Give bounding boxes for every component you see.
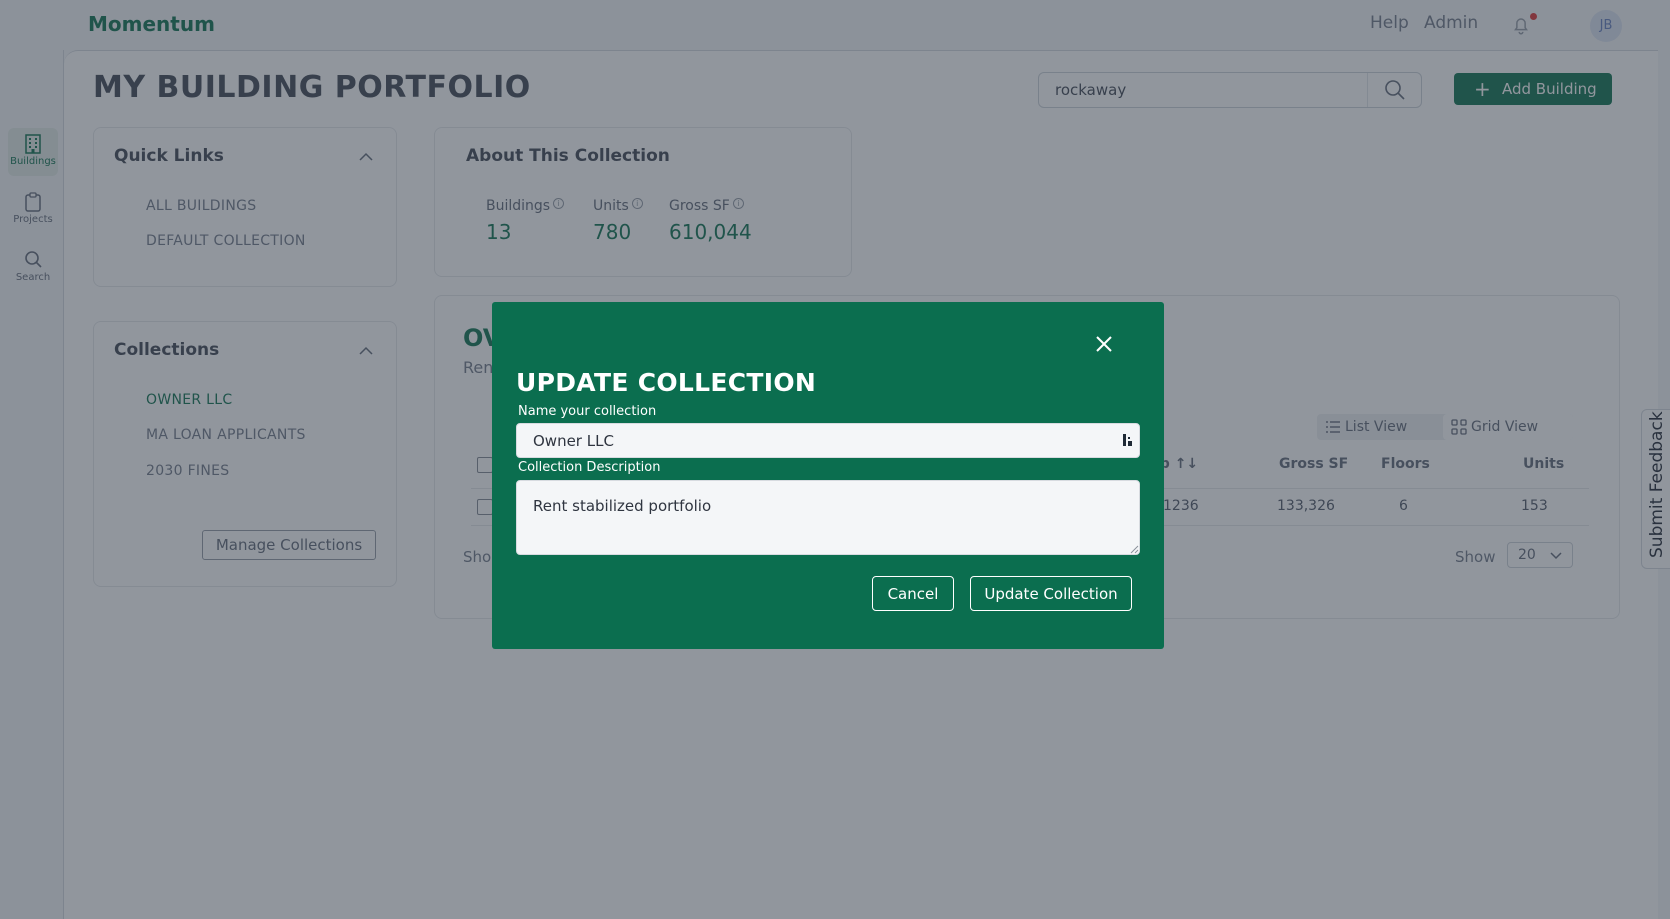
description-field-label: Collection Description [518, 460, 661, 475]
cancel-button[interactable]: Cancel [872, 576, 954, 611]
app-root: Momentum Help Admin JB Buildings [0, 0, 1670, 919]
close-icon[interactable] [1092, 332, 1116, 356]
resize-grip-icon[interactable] [1130, 545, 1139, 554]
name-field-label: Name your collection [518, 404, 657, 419]
update-collection-modal: UPDATE COLLECTION Name your collection C… [492, 302, 1164, 649]
collection-name-input[interactable] [516, 423, 1140, 458]
collection-description-input[interactable]: Rent stabilized portfolio [516, 480, 1140, 555]
password-manager-icon[interactable] [1122, 433, 1134, 447]
update-collection-button[interactable]: Update Collection [970, 576, 1132, 611]
modal-title: UPDATE COLLECTION [516, 368, 817, 397]
